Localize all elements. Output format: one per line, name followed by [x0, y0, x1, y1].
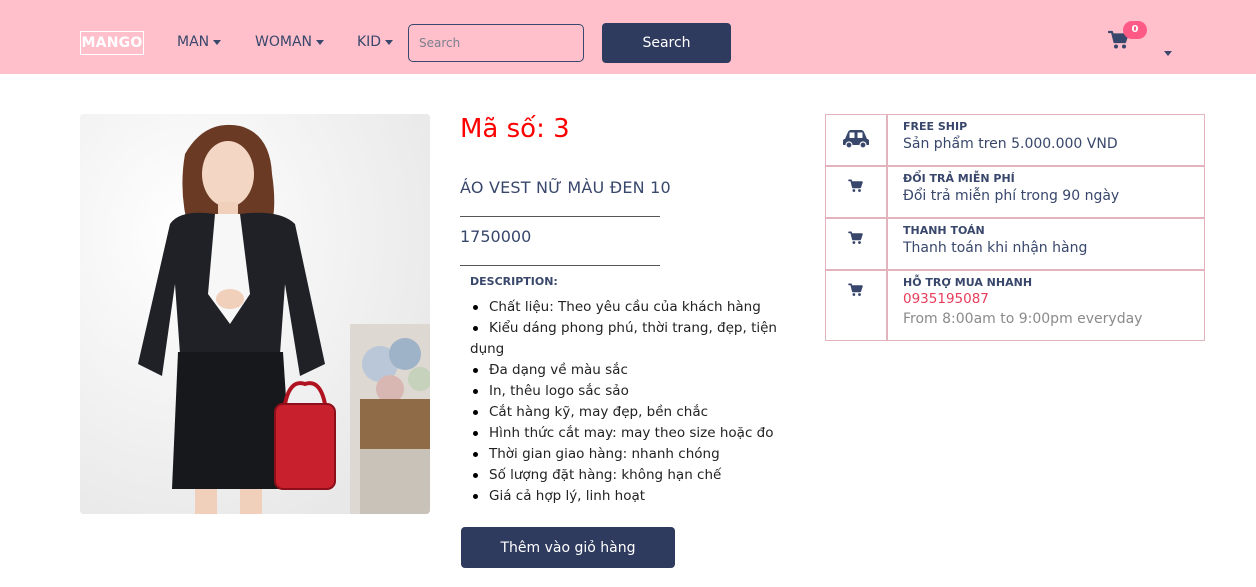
nav-menu-woman[interactable]: WOMAN	[255, 34, 324, 50]
service-title: ĐỔI TRẢ MIỄN PHÍ	[903, 172, 1015, 185]
service-desc: Thanh toán khi nhận hàng	[903, 240, 1088, 256]
description-title: DESCRIPTION:	[470, 275, 558, 288]
car-icon	[843, 130, 869, 149]
service-title: THANH TOÁN	[903, 224, 985, 237]
cart-count-badge: 0	[1123, 21, 1147, 39]
user-menu-toggle[interactable]	[1164, 41, 1172, 60]
description-item: Giá cả hợp lý, linh hoạt	[470, 486, 790, 507]
description-item: Thời gian giao hàng: nhanh chóng	[470, 444, 790, 465]
caret-down-icon	[385, 39, 394, 45]
cart-icon	[848, 179, 863, 192]
brand-logo[interactable]: MANGO	[80, 31, 144, 55]
service-desc: Đổi trả miễn phí trong 90 ngày	[903, 188, 1120, 204]
product-price: 1750000	[460, 227, 532, 246]
divider	[460, 216, 660, 217]
description-item: Số lượng đặt hàng: không hạn chế	[470, 465, 790, 486]
caret-down-icon	[1164, 51, 1172, 56]
description-item: Hình thức cắt may: may theo size hoặc đo	[470, 423, 790, 444]
description-list: Chất liệu: Theo yêu cầu của khách hàng K…	[470, 297, 790, 507]
top-navbar: MANGO MAN WOMAN KID Search 0	[0, 0, 1256, 74]
add-to-cart-button[interactable]: Thêm vào giỏ hàng	[461, 527, 675, 568]
product-name: ÁO VEST NỮ MÀU ĐEN 10	[460, 178, 671, 197]
product-photo	[80, 114, 430, 514]
service-row-free-ship: FREE SHIP Sản phẩm tren 5.000.000 VND	[826, 115, 1204, 167]
support-hours: From 8:00am to 9:00pm everyday	[903, 311, 1143, 327]
search-input[interactable]	[408, 24, 584, 62]
description-item: Kiểu dáng phong phú, thời trang, đẹp, ti…	[470, 318, 790, 360]
cart-icon	[848, 283, 863, 296]
service-row-payment: THANH TOÁN Thanh toán khi nhận hàng	[826, 219, 1204, 271]
service-title: HỖ TRỢ MUA NHANH	[903, 276, 1033, 289]
description-item: Chất liệu: Theo yêu cầu của khách hàng	[470, 297, 790, 318]
service-row-support: HỖ TRỢ MUA NHANH 0935195087 From 8:00am …	[826, 271, 1204, 340]
nav-menu-man-label: MAN	[177, 34, 210, 50]
nav-menu-woman-label: WOMAN	[255, 34, 312, 50]
service-info-table: FREE SHIP Sản phẩm tren 5.000.000 VND ĐỔ…	[825, 114, 1205, 341]
service-row-free-return: ĐỔI TRẢ MIỄN PHÍ Đổi trả miễn phí trong …	[826, 167, 1204, 219]
description-item: Đa dạng về màu sắc	[470, 360, 790, 381]
nav-menu-kid[interactable]: KID	[357, 34, 394, 50]
product-photo-illustration	[80, 114, 430, 514]
caret-down-icon	[316, 39, 324, 45]
nav-menu-kid-label: KID	[357, 34, 382, 50]
service-title: FREE SHIP	[903, 120, 968, 133]
search-button[interactable]: Search	[602, 23, 731, 63]
description-item: In, thêu logo sắc sảo	[470, 381, 790, 402]
service-desc: Sản phẩm tren 5.000.000 VND	[903, 136, 1118, 152]
divider	[460, 265, 660, 266]
cart-icon	[848, 231, 863, 244]
product-code: Mã số: 3	[460, 114, 570, 144]
description-item: Cắt hàng kỹ, may đẹp, bền chắc	[470, 402, 790, 423]
nav-menu-man[interactable]: MAN	[177, 34, 222, 50]
support-phone[interactable]: 0935195087	[903, 289, 1142, 309]
caret-down-icon	[213, 39, 222, 45]
